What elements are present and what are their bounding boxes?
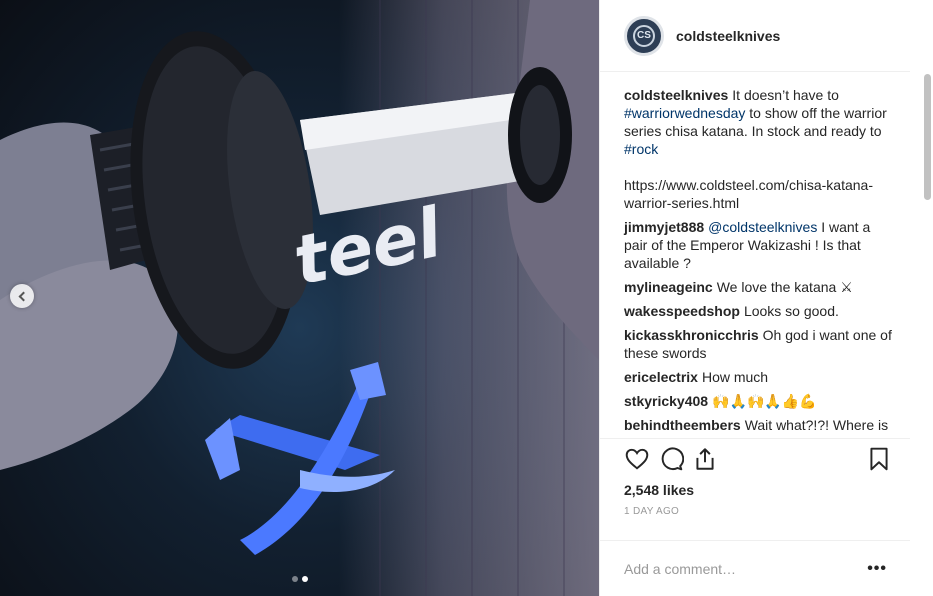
- comment-button[interactable]: [654, 442, 688, 476]
- comment-item: stkyricky408 🙌🙏🙌🙏👍💪: [624, 392, 893, 410]
- hashtag-link[interactable]: #rock: [624, 141, 658, 157]
- chevron-left-icon: [18, 291, 29, 301]
- header-username[interactable]: coldsteelknives: [676, 28, 780, 44]
- caption: coldsteelknives It doesn’t have to #warri…: [624, 86, 893, 212]
- likes-count[interactable]: 2,548 likes: [600, 478, 933, 500]
- comment-username[interactable]: ericelectrix: [624, 369, 698, 385]
- save-button[interactable]: [862, 442, 896, 476]
- post-image[interactable]: teel: [0, 0, 599, 596]
- action-bar: [600, 438, 910, 478]
- mention-link[interactable]: @coldsteelknives: [708, 219, 817, 235]
- comment-item: mylineageinc We love the katana ⚔: [624, 278, 893, 296]
- comment-username[interactable]: wakesspeedshop: [624, 303, 740, 319]
- comment-username[interactable]: stkyricky408: [624, 393, 708, 409]
- comment-username[interactable]: kickasskhronicchris: [624, 327, 759, 343]
- comment-text: 🙌🙏🙌🙏👍💪: [712, 393, 817, 409]
- comment-item: ericelectrix How much: [624, 368, 893, 386]
- comments-scrollbar[interactable]: [924, 74, 931, 200]
- carousel-indicator: [0, 576, 599, 582]
- previous-image-button[interactable]: [10, 284, 34, 308]
- comment-username[interactable]: mylineageinc: [624, 279, 713, 295]
- comment-text: How much: [701, 369, 769, 385]
- add-comment-bar: •••: [600, 540, 910, 596]
- katana-illustration: teel: [0, 0, 599, 555]
- comment-item: jimmyjet888 @coldsteelknives I want a pai…: [624, 218, 893, 272]
- post-date[interactable]: 1 DAY AGO: [600, 500, 933, 526]
- comment-input[interactable]: [624, 560, 868, 577]
- caption-url: https://www.coldsteel.com/chisa-katana-w…: [624, 177, 873, 211]
- more-options-button[interactable]: •••: [867, 560, 887, 578]
- share-button[interactable]: [688, 442, 722, 476]
- caption-text-1: It doesn’t have to: [732, 87, 839, 103]
- comment-item: kickasskhronicchris Oh god i want one of …: [624, 326, 893, 362]
- hashtag-link[interactable]: #warriorwednesday: [624, 105, 745, 121]
- avatar[interactable]: CS: [624, 15, 664, 56]
- post-header: CS coldsteelknives: [600, 0, 910, 72]
- comment-item: wakesspeedshop Looks so good.: [624, 302, 893, 320]
- bookmark-icon: [870, 447, 888, 470]
- comment-item: behindtheembersWait what?!?! Where is th…: [624, 416, 893, 438]
- comments-list: coldsteelknives It doesn’t have to #warri…: [600, 72, 933, 438]
- share-icon: [696, 447, 714, 470]
- avatar-logo: CS: [633, 24, 655, 47]
- post-sidebar: CS coldsteelknives coldsteelknives It doe…: [599, 0, 933, 596]
- carousel-dot: [291, 576, 298, 582]
- comment-username[interactable]: behindtheembers: [624, 417, 741, 433]
- comment-username[interactable]: jimmyjet888: [624, 219, 704, 235]
- comment-text: We love the katana ⚔: [716, 279, 853, 295]
- comment-text: Looks so good.: [743, 303, 839, 319]
- heart-icon: [625, 448, 649, 469]
- caption-username[interactable]: coldsteelknives: [624, 87, 728, 103]
- like-button[interactable]: [620, 442, 654, 476]
- carousel-dot-active: [301, 576, 308, 582]
- comment-icon: [661, 447, 684, 470]
